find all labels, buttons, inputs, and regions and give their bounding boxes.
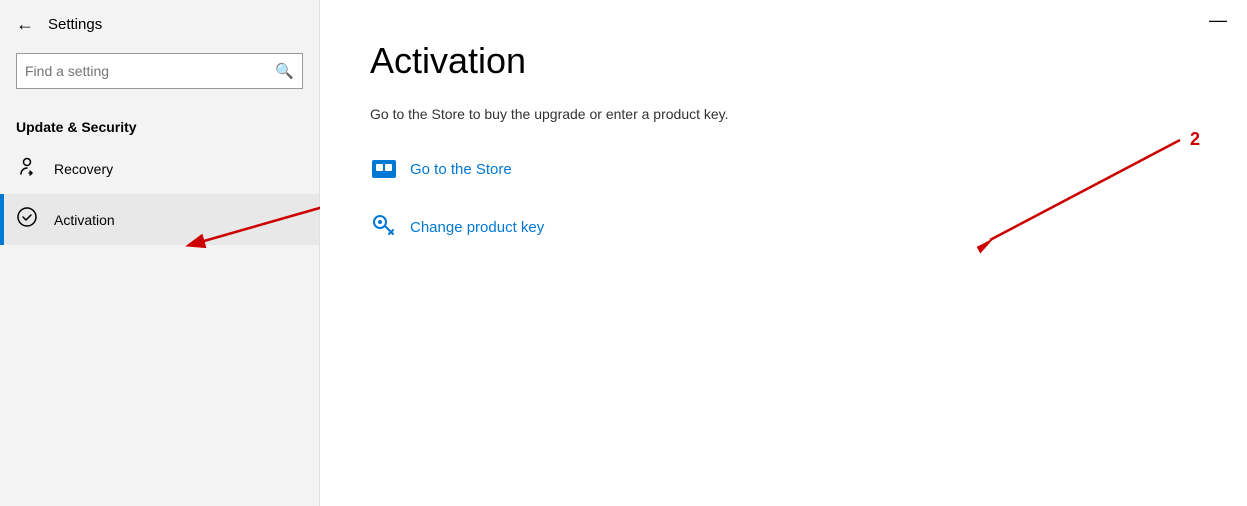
sidebar-item-activation-label: Activation — [54, 212, 115, 228]
recovery-icon — [16, 155, 38, 182]
sidebar: ← Settings 🔍 Update & Security Recovery — [0, 0, 320, 506]
product-key-icon — [370, 210, 398, 244]
search-box-container: 🔍 — [0, 45, 319, 105]
main-content: — Activation Go to the Store to buy the … — [320, 0, 1247, 506]
store-icon — [370, 152, 398, 186]
sidebar-item-recovery[interactable]: Recovery — [0, 143, 319, 194]
sidebar-title: Settings — [48, 16, 102, 33]
page-title: Activation — [370, 40, 1197, 82]
annotation-arrow-2: 2 — [900, 120, 1247, 320]
minimize-button[interactable]: — — [1209, 10, 1227, 31]
back-button[interactable]: ← — [16, 14, 34, 35]
sidebar-header: ← Settings — [0, 0, 319, 45]
section-label: Update & Security — [0, 105, 319, 143]
search-box[interactable]: 🔍 — [16, 53, 303, 89]
change-product-key-label: Change product key — [410, 219, 544, 236]
search-input[interactable] — [25, 63, 275, 79]
activation-icon — [16, 206, 38, 233]
search-icon: 🔍 — [275, 62, 294, 80]
go-to-store-label: Go to the Store — [410, 161, 512, 178]
sidebar-item-recovery-label: Recovery — [54, 161, 113, 177]
svg-text:2: 2 — [1190, 129, 1200, 149]
